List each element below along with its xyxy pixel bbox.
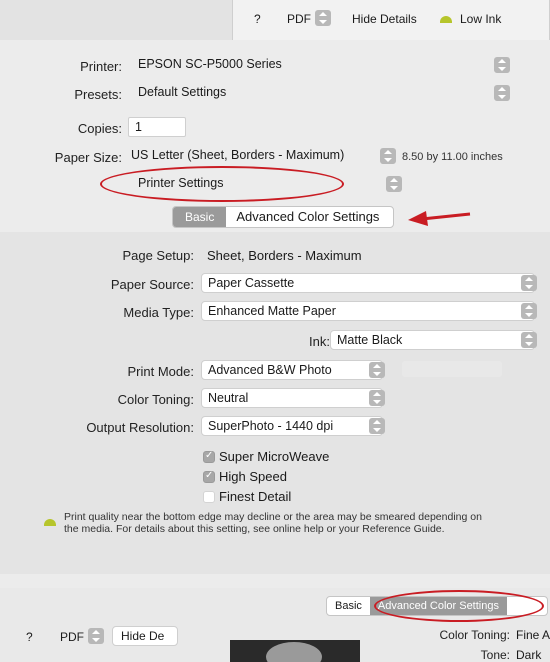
tab-basic[interactable]: Basic — [173, 207, 227, 227]
page-setup-value: Sheet, Borders - Maximum — [207, 248, 362, 263]
presets-dropdown-icon[interactable] — [494, 85, 510, 101]
media-type-popup[interactable]: Enhanced Matte Paper — [201, 301, 535, 321]
paper-source-popup[interactable]: Paper Cassette — [201, 273, 535, 293]
color-toning-dropdown-icon[interactable] — [369, 390, 385, 406]
high-speed-checkbox[interactable] — [203, 470, 215, 483]
section-dropdown-icon[interactable] — [386, 176, 402, 192]
finest-detail-label: Finest Detail — [219, 489, 292, 504]
bottom-tab-basic[interactable]: Basic — [327, 597, 370, 615]
bottom-help-button[interactable]: ? — [26, 630, 33, 644]
printer-popup[interactable]: EPSON SC-P5000 Series — [132, 55, 510, 75]
tab-advanced-color-settings[interactable]: Advanced Color Settings — [226, 207, 389, 227]
media-type-value: Enhanced Matte Paper — [208, 304, 336, 318]
paper-source-label: Paper Source: — [110, 277, 194, 292]
printer-dropdown-icon[interactable] — [494, 57, 510, 73]
bottom-hide-details-button[interactable]: Hide De — [112, 626, 178, 646]
hide-details-button[interactable]: Hide Details — [352, 12, 417, 26]
printer-value: EPSON SC-P5000 Series — [138, 57, 282, 71]
output-resolution-popup[interactable]: SuperPhoto - 1440 dpi — [201, 416, 383, 436]
output-resolution-dropdown-icon[interactable] — [369, 418, 385, 434]
paper-size-value: US Letter (Sheet, Borders - Maximum) — [131, 148, 345, 162]
bottom-pdf-dropdown-icon[interactable] — [88, 628, 104, 644]
warning-text: Print quality near the bottom edge may d… — [64, 511, 482, 535]
low-ink-label: Low Ink — [460, 12, 502, 26]
bottom-hide-details-label: Hide De — [121, 629, 165, 643]
warning-icon — [44, 519, 56, 526]
paper-size-label: Paper Size: — [54, 150, 122, 165]
bottom-tone-label: Tone: — [480, 648, 510, 662]
super-microweave-label: Super MicroWeave — [219, 449, 330, 464]
bottom-tone-value: Dark — [516, 648, 542, 662]
print-mode-label: Print Mode: — [127, 364, 194, 379]
super-microweave-checkbox[interactable] — [203, 450, 215, 463]
finest-detail-checkbox[interactable] — [203, 491, 215, 503]
color-toning-popup[interactable]: Neutral — [201, 388, 383, 408]
ink-dropdown-icon[interactable] — [521, 332, 537, 348]
photo-preview — [230, 640, 360, 662]
low-ink-icon — [440, 16, 452, 23]
copies-value: 1 — [135, 120, 142, 134]
paper-size-dims: 8.50 by 11.00 inches — [402, 151, 503, 163]
output-resolution-value: SuperPhoto - 1440 dpi — [208, 419, 334, 433]
print-mode-value: Advanced B&W Photo — [208, 363, 332, 377]
high-speed-label: High Speed — [219, 469, 287, 484]
presets-value: Default Settings — [138, 85, 227, 99]
printer-label: Printer: — [80, 59, 122, 74]
copies-field[interactable]: 1 — [128, 117, 186, 137]
bottom-pdf-button[interactable]: PDF — [60, 630, 84, 644]
annotation-ellipse-printer-settings — [100, 166, 344, 202]
presets-popup[interactable]: Default Settings — [132, 83, 510, 103]
media-type-dropdown-icon[interactable] — [521, 303, 537, 319]
paper-source-value: Paper Cassette — [208, 276, 295, 290]
paper-source-dropdown-icon[interactable] — [521, 275, 537, 291]
bottom-color-toning-value: Fine A — [516, 628, 550, 642]
annotation-ellipse-advanced — [374, 590, 544, 622]
presets-label: Presets: — [74, 87, 122, 102]
photo-preview-highlight — [266, 642, 322, 662]
color-toning-label: Color Toning: — [117, 392, 194, 407]
ink-label: Ink: — [309, 334, 330, 349]
print-mode-popup[interactable]: Advanced B&W Photo — [201, 360, 383, 380]
help-button[interactable]: ? — [254, 12, 261, 26]
output-resolution-label: Output Resolution: — [86, 420, 194, 435]
paper-size-dropdown-icon[interactable] — [380, 148, 396, 164]
page-setup-label: Page Setup: — [122, 248, 194, 263]
print-mode-disabled-button — [402, 361, 502, 377]
copies-label: Copies: — [77, 121, 122, 136]
print-mode-dropdown-icon[interactable] — [369, 362, 385, 378]
bottom-color-toning-label: Color Toning: — [439, 628, 511, 642]
pdf-button[interactable]: PDF — [287, 12, 311, 26]
pdf-dropdown-icon[interactable] — [315, 10, 331, 26]
settings-tab-control: Basic Advanced Color Settings — [172, 206, 394, 228]
ink-value: Matte Black — [337, 333, 403, 347]
media-type-label: Media Type: — [123, 305, 194, 320]
paper-size-popup[interactable]: US Letter (Sheet, Borders - Maximum) — [125, 146, 380, 166]
color-toning-value: Neutral — [208, 391, 249, 405]
annotation-arrow — [408, 211, 471, 226]
ink-popup[interactable]: Matte Black — [330, 330, 535, 350]
